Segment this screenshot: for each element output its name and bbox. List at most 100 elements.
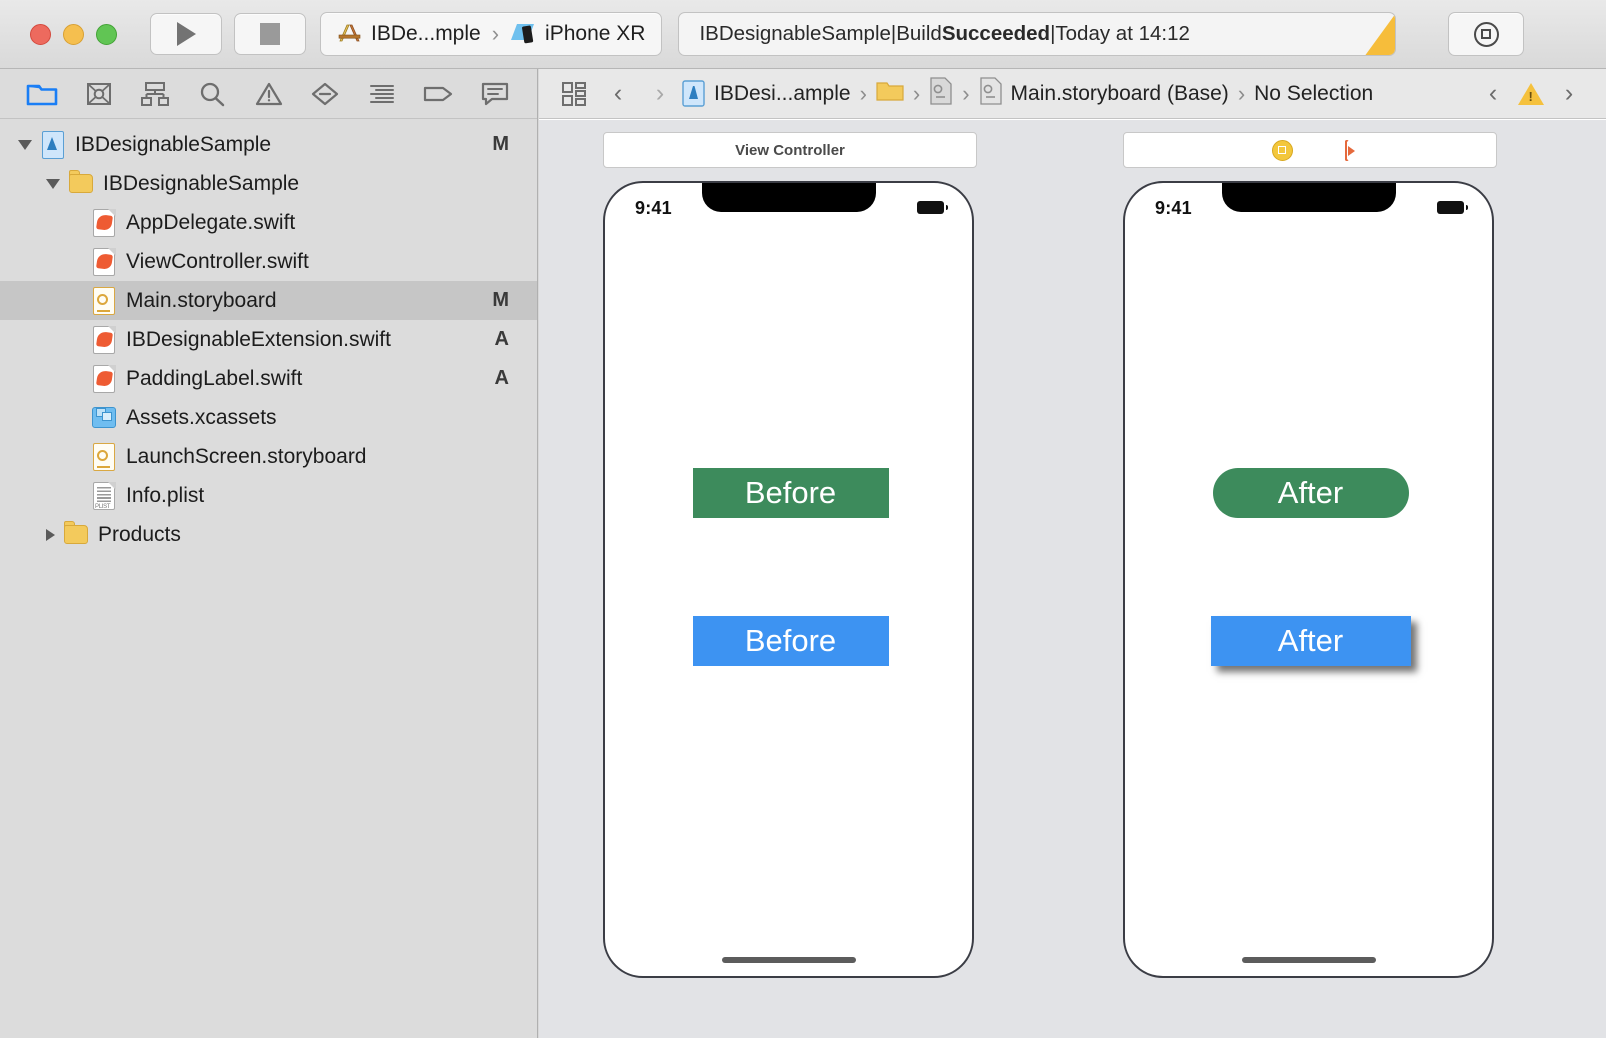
warning-triangle-icon [255, 82, 282, 105]
breakpoint-tag-icon [424, 86, 453, 101]
file-tree-row[interactable]: ViewController.swift [0, 242, 537, 281]
disclosure-triangle[interactable] [46, 528, 55, 541]
navigate-forward-button[interactable]: › [639, 79, 681, 108]
swift-file-icon [91, 364, 117, 394]
breadcrumb-selection-label: No Selection [1254, 81, 1374, 105]
scheme-separator: › [491, 21, 500, 46]
test-diamond-icon [311, 82, 339, 105]
file-tree-row[interactable]: Products [0, 515, 537, 554]
navigate-back-button[interactable]: ‹ [597, 79, 639, 108]
scheme-destination-button[interactable]: IBDe...mple › iPhone XR [320, 12, 663, 56]
stop-button[interactable] [234, 13, 306, 55]
file-tree-row[interactable]: LaunchScreen.storyboard [0, 437, 537, 476]
view-controller-dock-icon[interactable] [1271, 139, 1293, 161]
status-time-label: Today at 14:12 [1055, 22, 1190, 45]
breadcrumb-project-label: IBDesi...ample [714, 81, 851, 105]
storyboard-file-icon [929, 76, 953, 111]
report-bubble-icon [481, 82, 508, 105]
sidebar-item-debug-navigator[interactable] [353, 75, 410, 113]
status-build-prefix: Build [896, 22, 942, 45]
disclosure-triangle[interactable] [18, 139, 32, 150]
warning-triangle-icon[interactable] [1518, 82, 1544, 105]
sidebar-item-project-navigator[interactable] [14, 75, 71, 113]
breadcrumb-project[interactable]: IBDesi...ample [681, 80, 851, 107]
scheme-name-label: IBDe...mple [371, 22, 481, 45]
file-tree-row[interactable]: AppDelegate.swift [0, 203, 537, 242]
breadcrumb-separator: › [859, 80, 867, 106]
device-canvas[interactable]: 9:41 Before Before [603, 181, 974, 978]
interface-builder-canvas[interactable]: View Controller 9:41 Before Before 9:41 After… [539, 120, 1606, 1038]
exit-dock-icon[interactable] [1344, 139, 1349, 161]
sidebar-item-issue-navigator[interactable] [240, 75, 297, 113]
plist-file-icon: PLIST [91, 481, 117, 511]
debug-lines-icon [369, 84, 394, 103]
battery-icon [917, 201, 948, 214]
scene-dock[interactable] [1123, 132, 1497, 168]
sidebar-item-symbol-navigator[interactable] [127, 75, 184, 113]
breadcrumb-storyboard-1[interactable] [929, 76, 953, 111]
issue-stepper: ‹ › [1472, 79, 1606, 108]
close-window-button[interactable] [30, 23, 51, 45]
library-toggle-button[interactable] [1448, 12, 1525, 56]
xcassets-icon [91, 403, 117, 433]
breadcrumb-storyboard-base[interactable]: Main.storyboard (Base) [979, 76, 1229, 111]
ib-button-label: After [1277, 623, 1344, 658]
minimize-window-button[interactable] [63, 23, 84, 45]
file-tree-row[interactable]: Main.storyboard M [0, 281, 537, 320]
sidebar-item-source-control-navigator[interactable] [71, 75, 128, 113]
sidebar-item-breakpoint-navigator[interactable] [410, 75, 467, 113]
file-name-label: AppDelegate.swift [126, 210, 296, 234]
file-tree-row[interactable]: PLIST Info.plist [0, 476, 537, 515]
battery-icon [1437, 201, 1468, 214]
stop-icon [260, 23, 280, 45]
storyboard-file-icon [979, 76, 1003, 111]
view-controller-scene-before[interactable]: View Controller 9:41 Before Before [603, 132, 977, 978]
play-icon [176, 22, 196, 46]
status-build-result: Succeeded [941, 22, 1051, 45]
warning-corner-icon[interactable] [1364, 13, 1396, 55]
xcode-project-icon [681, 80, 706, 107]
breadcrumb-selection[interactable]: No Selection [1254, 82, 1373, 106]
file-tree-row[interactable]: IBDesignableExtension.swift A [0, 320, 537, 359]
swift-file-icon [91, 208, 117, 238]
navigator-selector-bar [0, 69, 537, 119]
breadcrumb-folder[interactable] [876, 80, 904, 108]
file-name-label: IBDesignableSample [103, 171, 300, 195]
sidebar-item-test-navigator[interactable] [297, 75, 354, 113]
ib-button-label: Before [744, 475, 837, 510]
device-notch [701, 183, 876, 212]
zoom-window-button[interactable] [96, 23, 117, 45]
previous-issue-button[interactable]: ‹ [1472, 79, 1514, 108]
home-indicator [1241, 957, 1376, 963]
symbol-hierarchy-icon [141, 81, 170, 106]
related-items-button[interactable] [551, 81, 597, 107]
next-issue-button[interactable]: › [1548, 79, 1590, 108]
file-tree-row[interactable]: PaddingLabel.swift A [0, 359, 537, 398]
scene-dock[interactable]: View Controller [603, 132, 977, 168]
file-tree-row[interactable]: Assets.xcassets [0, 398, 537, 437]
disclosure-triangle[interactable] [46, 178, 60, 189]
sidebar-item-report-navigator[interactable] [467, 75, 524, 113]
ib-button-label: Before [744, 623, 837, 658]
window-toolbar: IBDe...mple › iPhone XR IBDesignableSamp… [0, 0, 1606, 69]
file-name-label: IBDesignableExtension.swift [126, 327, 391, 351]
file-tree-row[interactable]: IBDesignableSample M [0, 125, 537, 164]
related-items-grid-icon [562, 81, 586, 106]
activity-status-bar[interactable]: IBDesignableSample | Build Succeeded | T… [678, 12, 1397, 56]
sidebar-item-find-navigator[interactable] [184, 75, 241, 113]
device-canvas[interactable]: 9:41 After After [1123, 181, 1494, 978]
run-button[interactable] [150, 13, 222, 55]
breadcrumb-separator: › [962, 80, 970, 106]
status-project-label: IBDesignableSample [699, 22, 891, 45]
xcode-window: IBDe...mple › iPhone XR IBDesignableSamp… [0, 0, 1606, 1038]
file-tree-row[interactable]: IBDesignableSample [0, 164, 537, 203]
ib-button[interactable]: After [1212, 468, 1409, 518]
search-icon [200, 82, 225, 106]
view-controller-scene-after[interactable]: 9:41 After After [1123, 132, 1497, 978]
ib-button[interactable]: After [1210, 616, 1411, 666]
file-name-label: Main.storyboard [126, 288, 277, 312]
file-name-label: LaunchScreen.storyboard [126, 444, 367, 468]
ib-button[interactable]: Before [692, 616, 889, 666]
ib-button[interactable]: Before [692, 468, 889, 518]
file-status-badge: A [494, 367, 509, 389]
